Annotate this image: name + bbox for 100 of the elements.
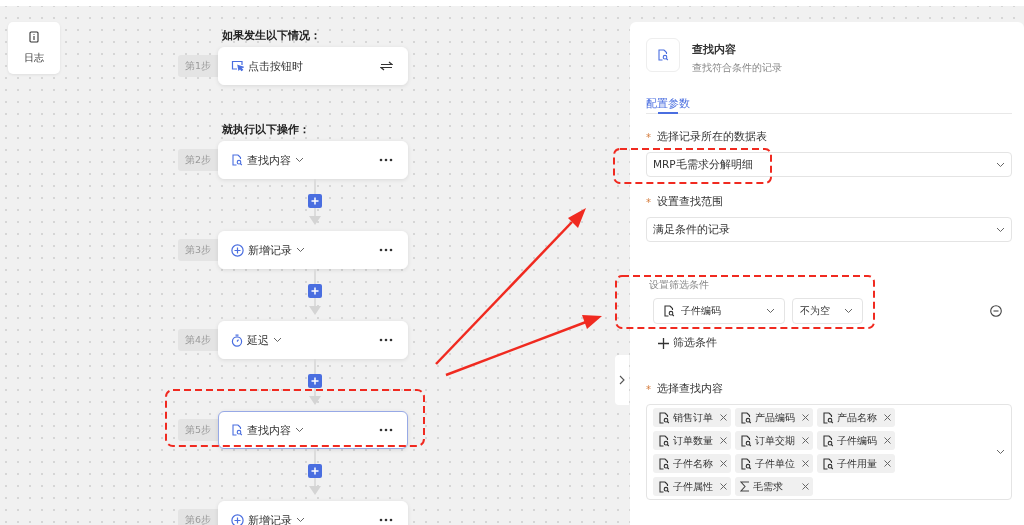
- close-icon[interactable]: [802, 460, 809, 467]
- step-title: 新增记录: [248, 242, 292, 258]
- add-step-button[interactable]: [308, 284, 322, 298]
- close-icon[interactable]: [802, 437, 809, 444]
- tag-label: 产品名称: [837, 410, 877, 425]
- close-icon[interactable]: [884, 437, 891, 444]
- close-icon[interactable]: [884, 414, 891, 421]
- swap-icon[interactable]: [380, 61, 393, 71]
- step-title: 新增记录: [248, 512, 292, 525]
- find-icon: [740, 434, 752, 447]
- more-icon[interactable]: [379, 428, 393, 432]
- chevron-down-icon: [295, 157, 304, 163]
- close-icon[interactable]: [720, 437, 727, 444]
- step-title: 查找内容: [247, 152, 291, 168]
- chevron-down-icon: [766, 308, 775, 314]
- chevron-down-icon: [996, 226, 1005, 233]
- cursor-screen-icon: [231, 60, 244, 72]
- panel-title: 查找内容: [692, 42, 737, 57]
- step-label: 第2步: [178, 149, 218, 171]
- find-icon: [658, 411, 670, 424]
- field-label: 选择查找内容: [657, 382, 723, 396]
- operator-select[interactable]: 不为空: [792, 298, 863, 324]
- tag-label: 销售订单: [673, 410, 713, 425]
- tag-label: 订单交期: [755, 433, 795, 448]
- step-card[interactable]: 查找内容: [218, 141, 408, 179]
- select-field[interactable]: MRP毛需求分解明细: [646, 152, 1012, 177]
- step-title: 延迟: [247, 332, 269, 348]
- step-label: 第3步: [178, 239, 218, 261]
- more-icon[interactable]: [379, 158, 393, 162]
- step-card[interactable]: 延迟: [218, 321, 408, 359]
- step-label: 第4步: [178, 329, 218, 351]
- step-title: 点击按钮时: [248, 58, 303, 74]
- remove-circle-icon[interactable]: [990, 305, 1002, 317]
- more-icon[interactable]: [379, 248, 393, 252]
- find-icon: [658, 480, 670, 493]
- section-heading: 如果发生以下情况：: [222, 29, 321, 43]
- section-heading: 就执行以下操作：: [222, 123, 310, 137]
- required-mark: *: [646, 196, 651, 208]
- multi-select-field[interactable]: 销售订单 产品编码 产品名称 订单数量 订单交期 子件编码 子件名称 子件单位 子件用量 子件属性 毛需求: [646, 404, 1012, 500]
- find-icon: [740, 457, 752, 470]
- close-icon[interactable]: [884, 460, 891, 467]
- close-icon[interactable]: [720, 483, 727, 490]
- step-label: 第6步: [178, 509, 218, 525]
- field-select[interactable]: 子件编码: [653, 298, 785, 324]
- step-card[interactable]: 新增记录: [218, 231, 408, 269]
- info-document-icon: [29, 31, 39, 43]
- add-step-button[interactable]: [308, 374, 322, 388]
- tag-label: 子件单位: [755, 456, 795, 471]
- tag-label: 子件名称: [673, 456, 713, 471]
- chevron-down-icon: [273, 337, 282, 343]
- tag-label: 毛需求: [753, 479, 783, 494]
- tag-label: 子件编码: [837, 433, 877, 448]
- chevron-right-icon: [619, 375, 625, 385]
- step-card[interactable]: 点击按钮时: [218, 47, 408, 85]
- chevron-down-icon: [295, 427, 304, 433]
- find-icon: [231, 154, 243, 166]
- plus-circle-icon: [231, 513, 244, 525]
- chevron-down-icon: [996, 161, 1005, 168]
- find-icon: [658, 434, 670, 447]
- step-label: 第1步: [178, 55, 218, 77]
- sigma-icon: [740, 481, 750, 492]
- close-icon[interactable]: [720, 414, 727, 421]
- field-label: 选择记录所在的数据表: [657, 130, 767, 144]
- log-button[interactable]: 日志: [8, 22, 60, 74]
- tag-label: 子件用量: [837, 456, 877, 471]
- add-step-button[interactable]: [308, 464, 322, 478]
- find-icon: [822, 411, 834, 424]
- step-card[interactable]: 查找内容: [218, 411, 408, 449]
- tab[interactable]: 配置参数: [646, 95, 690, 113]
- find-icon: [822, 434, 834, 447]
- add-filter-button[interactable]: 筛选条件: [658, 336, 717, 350]
- stopwatch-icon: [231, 333, 243, 347]
- tag-label: 产品编码: [755, 410, 795, 425]
- more-icon[interactable]: [379, 338, 393, 342]
- plus-circle-icon: [231, 243, 244, 257]
- find-icon: [740, 411, 752, 424]
- find-icon: [658, 457, 670, 470]
- find-icon: [663, 305, 675, 317]
- chevron-down-icon: [844, 308, 853, 314]
- find-icon: [231, 424, 243, 436]
- more-icon[interactable]: [379, 518, 393, 522]
- tag-label: 子件属性: [673, 479, 713, 494]
- step-card[interactable]: 新增记录: [218, 501, 408, 525]
- plus-icon: [658, 337, 669, 349]
- add-step-button[interactable]: [308, 194, 322, 208]
- chevron-down-icon: [296, 517, 305, 523]
- field-label: 设置查找范围: [657, 195, 723, 209]
- step-label: 第5步: [178, 419, 218, 441]
- panel-subtitle: 查找符合条件的记录: [692, 62, 782, 75]
- close-icon[interactable]: [802, 414, 809, 421]
- close-icon[interactable]: [802, 483, 809, 490]
- close-icon[interactable]: [720, 460, 727, 467]
- select-field[interactable]: 满足条件的记录: [646, 217, 1012, 242]
- chevron-down-icon: [996, 449, 1005, 455]
- required-mark: *: [646, 383, 651, 395]
- field-label: 设置筛选条件: [649, 278, 709, 292]
- step-title: 查找内容: [247, 422, 291, 438]
- required-mark: *: [646, 131, 651, 143]
- chevron-down-icon: [296, 247, 305, 253]
- tag-label: 订单数量: [673, 433, 713, 448]
